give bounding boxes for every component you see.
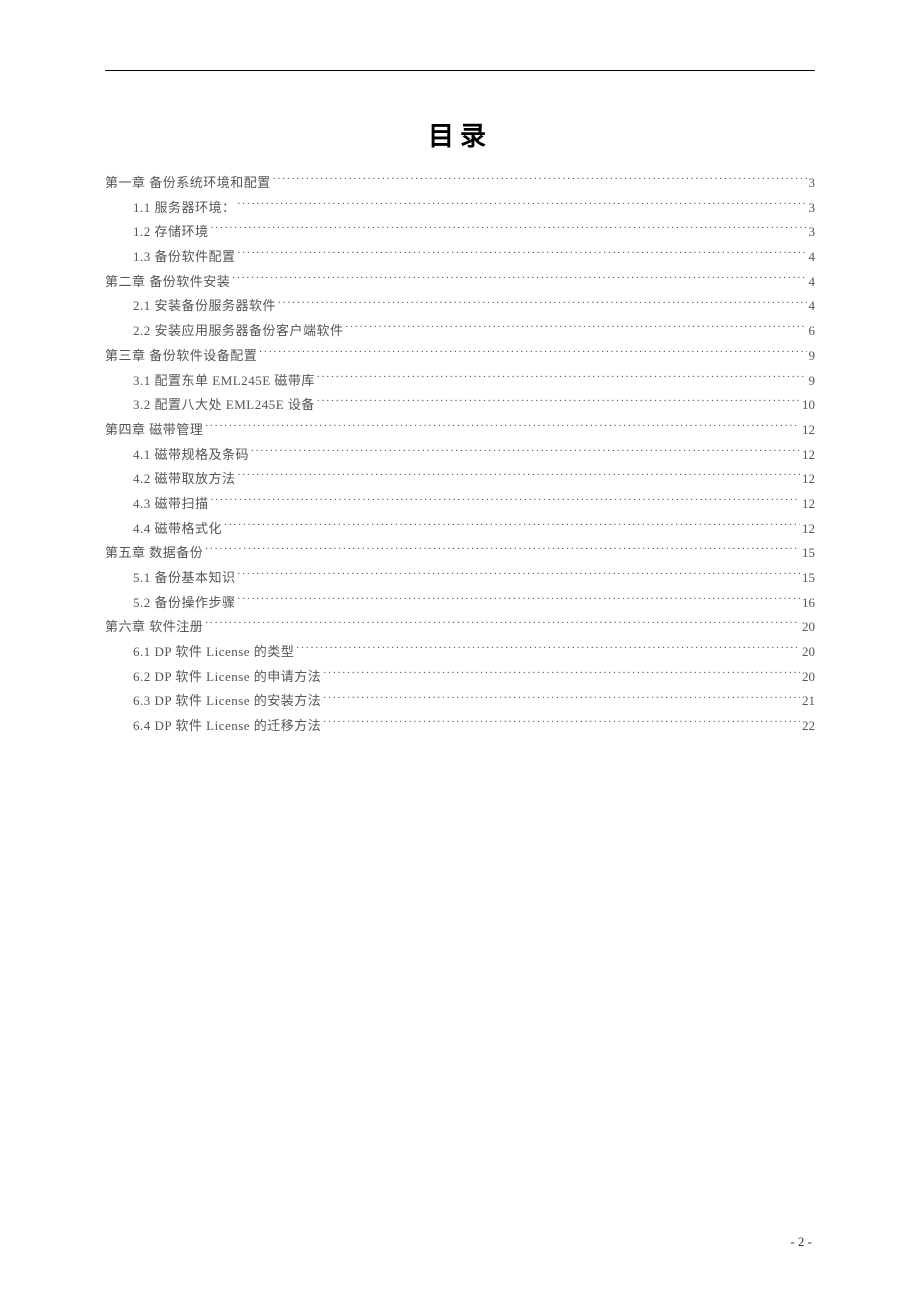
- toc-leader-dots: [251, 446, 800, 459]
- toc-entry-label: 6.4 DP 软件 License 的迁移方法: [133, 714, 321, 739]
- toc-leader-dots: [317, 396, 800, 409]
- toc-leader-dots: [296, 643, 800, 656]
- toc-entry-page: 4: [809, 294, 816, 319]
- toc-entry-page: 21: [802, 689, 815, 714]
- toc-entry-label: 第六章 软件注册: [105, 615, 203, 640]
- toc-entry[interactable]: 第五章 数据备份 15: [105, 541, 815, 566]
- toc-leader-dots: [224, 520, 800, 533]
- toc-entry-page: 12: [802, 517, 815, 542]
- toc-entry[interactable]: 3.1 配置东单 EML245E 磁带库 9: [105, 369, 815, 394]
- toc-entry[interactable]: 5.2 备份操作步骤 16: [105, 591, 815, 616]
- toc-entry[interactable]: 1.2 存储环境 3: [105, 220, 815, 245]
- toc-entry[interactable]: 4.1 磁带规格及条码 12: [105, 443, 815, 468]
- toc-entry[interactable]: 第一章 备份系统环境和配置 3: [105, 171, 815, 196]
- toc-leader-dots: [211, 223, 807, 236]
- toc-entry[interactable]: 1.3 备份软件配置 4: [105, 245, 815, 270]
- toc-entry-page: 20: [802, 640, 815, 665]
- top-rule: [105, 70, 815, 71]
- toc-entry[interactable]: 第三章 备份软件设备配置 9: [105, 344, 815, 369]
- toc-entry-label: 第一章 备份系统环境和配置: [105, 171, 271, 196]
- toc-entry[interactable]: 2.1 安装备份服务器软件 4: [105, 294, 815, 319]
- toc-leader-dots: [278, 297, 806, 310]
- toc-leader-dots: [205, 421, 800, 434]
- toc-entry-label: 1.3 备份软件配置: [133, 245, 236, 270]
- toc-leader-dots: [273, 174, 807, 187]
- toc-leader-dots: [205, 544, 800, 557]
- toc-leader-dots: [238, 569, 800, 582]
- toc-heading: 目录: [105, 116, 815, 153]
- toc-entry-page: 3: [809, 171, 816, 196]
- toc-entry[interactable]: 6.1 DP 软件 License 的类型 20: [105, 640, 815, 665]
- toc-leader-dots: [346, 322, 807, 335]
- toc-entry-page: 4: [809, 245, 816, 270]
- toc-entry-label: 第五章 数据备份: [105, 541, 203, 566]
- toc-entry[interactable]: 第六章 软件注册 20: [105, 615, 815, 640]
- toc-entry[interactable]: 3.2 配置八大处 EML245E 设备 10: [105, 393, 815, 418]
- toc-entry[interactable]: 4.2 磁带取放方法 12: [105, 467, 815, 492]
- toc-leader-dots: [238, 594, 800, 607]
- toc-entry-label: 6.1 DP 软件 License 的类型: [133, 640, 294, 665]
- toc-entry-label: 1.1 服务器环境：: [133, 196, 236, 221]
- toc-entry-label: 5.2 备份操作步骤: [133, 591, 236, 616]
- toc-entry-label: 6.3 DP 软件 License 的安装方法: [133, 689, 321, 714]
- toc-entry[interactable]: 6.2 DP 软件 License 的申请方法 20: [105, 665, 815, 690]
- toc-entry-label: 1.2 存储环境: [133, 220, 209, 245]
- toc-entry-page: 15: [802, 541, 815, 566]
- toc-entry-page: 16: [802, 591, 815, 616]
- toc-entry-page: 20: [802, 665, 815, 690]
- toc-entry-page: 22: [802, 714, 815, 739]
- toc-entry[interactable]: 6.3 DP 软件 License 的安装方法 21: [105, 689, 815, 714]
- toc-entry-page: 3: [809, 196, 816, 221]
- toc-entry-label: 第三章 备份软件设备配置: [105, 344, 257, 369]
- toc-entry-page: 3: [809, 220, 816, 245]
- toc-leader-dots: [211, 495, 800, 508]
- toc-entry-page: 20: [802, 615, 815, 640]
- toc-entry-label: 4.2 磁带取放方法: [133, 467, 236, 492]
- toc-entry-label: 第四章 磁带管理: [105, 418, 203, 443]
- toc-entry-page: 9: [809, 369, 816, 394]
- toc-entry-page: 12: [802, 467, 815, 492]
- toc-entry-label: 6.2 DP 软件 License 的申请方法: [133, 665, 321, 690]
- toc-leader-dots: [238, 470, 800, 483]
- toc-entry[interactable]: 4.4 磁带格式化 12: [105, 517, 815, 542]
- toc-entry-label: 4.1 磁带规格及条码: [133, 443, 249, 468]
- toc-entry-label: 4.3 磁带扫描: [133, 492, 209, 517]
- toc-entry-page: 12: [802, 443, 815, 468]
- page-number: - 2 -: [790, 1234, 812, 1250]
- toc-entry-label: 2.1 安装备份服务器软件: [133, 294, 276, 319]
- toc-leader-dots: [238, 199, 807, 212]
- toc-entry-page: 6: [809, 319, 816, 344]
- toc-entry-label: 3.2 配置八大处 EML245E 设备: [133, 393, 315, 418]
- toc-leader-dots: [317, 372, 807, 385]
- toc-entry[interactable]: 第二章 备份软件安装 4: [105, 270, 815, 295]
- toc-entry[interactable]: 第四章 磁带管理 12: [105, 418, 815, 443]
- toc-leader-dots: [238, 248, 807, 261]
- toc-entry[interactable]: 1.1 服务器环境： 3: [105, 196, 815, 221]
- toc-entry-label: 5.1 备份基本知识: [133, 566, 236, 591]
- toc-leader-dots: [205, 618, 800, 631]
- toc-leader-dots: [232, 273, 806, 286]
- toc-entry-page: 12: [802, 418, 815, 443]
- toc-entry[interactable]: 2.2 安装应用服务器备份客户端软件 6: [105, 319, 815, 344]
- toc-leader-dots: [259, 347, 806, 360]
- toc-entry[interactable]: 4.3 磁带扫描 12: [105, 492, 815, 517]
- toc-entry-page: 4: [809, 270, 816, 295]
- toc-entry[interactable]: 6.4 DP 软件 License 的迁移方法 22: [105, 714, 815, 739]
- toc-entry[interactable]: 5.1 备份基本知识 15: [105, 566, 815, 591]
- toc-leader-dots: [323, 692, 800, 705]
- toc-entry-page: 12: [802, 492, 815, 517]
- toc-leader-dots: [323, 717, 800, 730]
- toc-entry-label: 第二章 备份软件安装: [105, 270, 230, 295]
- toc-entry-label: 4.4 磁带格式化: [133, 517, 222, 542]
- document-page: 目录 第一章 备份系统环境和配置31.1 服务器环境：31.2 存储环境31.3…: [0, 0, 920, 1302]
- toc-entry-page: 15: [802, 566, 815, 591]
- toc-entry-label: 3.1 配置东单 EML245E 磁带库: [133, 369, 315, 394]
- toc-entry-page: 10: [802, 393, 815, 418]
- toc-leader-dots: [323, 668, 800, 681]
- toc-entry-label: 2.2 安装应用服务器备份客户端软件: [133, 319, 344, 344]
- toc-entry-page: 9: [809, 344, 816, 369]
- table-of-contents: 第一章 备份系统环境和配置31.1 服务器环境：31.2 存储环境31.3 备份…: [105, 171, 815, 739]
